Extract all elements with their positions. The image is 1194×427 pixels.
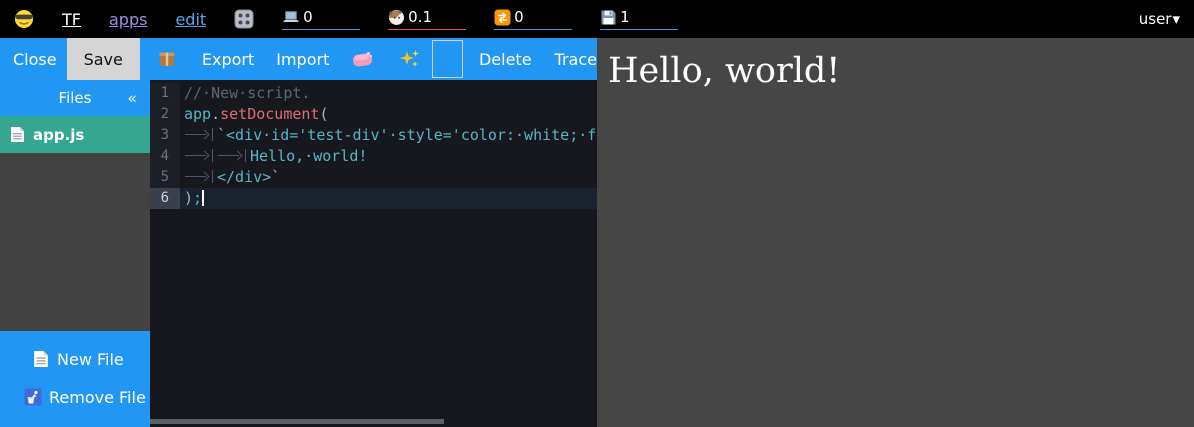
delete-button[interactable]: Delete — [479, 50, 532, 69]
soap-icon[interactable] — [352, 50, 374, 68]
remove-file-button[interactable]: Remove File — [0, 383, 150, 411]
repeat-icon — [494, 9, 511, 26]
new-file-button[interactable]: New File — [0, 345, 150, 373]
stat-value: 0 — [514, 8, 524, 26]
nav-link-tf[interactable]: TF — [62, 10, 81, 29]
user-menu-label: user — [1139, 10, 1172, 28]
line-number: 2 — [150, 104, 180, 125]
trace-button[interactable]: Trace — [555, 50, 597, 69]
horizontal-scrollbar[interactable] — [150, 419, 444, 424]
stat-repeat: 0 — [494, 8, 572, 30]
line-content: `<div·id='test-div'·style='color:·white;… — [180, 125, 597, 146]
line-content: </div>` — [180, 167, 597, 188]
code-token: app — [184, 105, 211, 123]
code-token: Hello,·world! — [250, 147, 367, 165]
code-token: //·New·script. — [184, 84, 310, 102]
code-line[interactable]: 4 Hello,·world! — [150, 146, 597, 167]
sunglasses-face-icon[interactable] — [14, 9, 34, 29]
stat-value: 0 — [303, 8, 313, 26]
sidebar-actions: New File Remove File — [0, 331, 150, 427]
code-line[interactable]: 1//·New·script. — [150, 83, 597, 104]
line-content: app.setDocument( — [180, 104, 597, 125]
sidebar-empty-area — [0, 153, 150, 331]
code-lines: 1//·New·script.2app.setDocument(3`<div·i… — [150, 83, 597, 209]
line-number: 6 — [150, 188, 180, 209]
code-token: ` — [217, 126, 226, 144]
stat-value: 1 — [620, 8, 630, 26]
files-sidebar: Files « app.js — [0, 80, 150, 427]
line-number: 4 — [150, 146, 180, 167]
text-cursor — [202, 190, 204, 206]
line-content: //·New·script. — [180, 83, 597, 104]
code-token: ( — [319, 105, 328, 123]
files-panel-title: Files — [59, 89, 92, 107]
nav-link-apps[interactable]: apps — [109, 10, 147, 29]
document-icon — [10, 126, 25, 143]
code-token: <div·id='test-div'·style='color:·white;·… — [226, 126, 596, 144]
line-number: 1 — [150, 83, 180, 104]
stat-hamster: 0.1 — [388, 8, 466, 30]
code-token: ; — [193, 189, 202, 207]
preview-panel: Hello, world! — [597, 38, 1194, 427]
new-file-icon — [33, 350, 49, 368]
stat-laptop: 0 — [282, 8, 360, 30]
stat-floppy: 1 — [600, 8, 678, 30]
app-window: TF apps edit 0 — [0, 0, 1194, 427]
chevron-down-icon: ▾ — [1172, 10, 1180, 28]
line-content: Hello,·world! — [180, 146, 597, 167]
code-token: . — [211, 105, 220, 123]
close-button[interactable]: Close — [13, 50, 57, 69]
new-file-label: New File — [57, 350, 124, 369]
export-button[interactable]: Export — [202, 50, 254, 69]
package-icon[interactable] — [157, 49, 177, 69]
hamster-icon — [388, 9, 405, 26]
remove-file-label: Remove File — [49, 388, 146, 407]
preview-heading: Hello, world! — [597, 38, 1194, 91]
sparkles-icon[interactable] — [399, 48, 421, 70]
collapse-sidebar-icon[interactable]: « — [127, 89, 137, 108]
code-line[interactable]: 2app.setDocument( — [150, 104, 597, 125]
litter-bin-icon — [24, 388, 42, 406]
line-number: 5 — [150, 167, 180, 188]
tab-indicator — [184, 128, 213, 141]
import-button[interactable]: Import — [276, 50, 329, 69]
code-line[interactable]: 5</div>` — [150, 167, 597, 188]
code-line[interactable]: 3`<div·id='test-div'·style='color:·white… — [150, 125, 597, 146]
floppy-icon — [600, 9, 617, 26]
blank-swatch-button[interactable] — [432, 40, 463, 78]
code-token: </div> — [217, 168, 271, 186]
tab-indicator — [184, 170, 213, 183]
editor-toolbar: Close Save Export Import D — [0, 38, 597, 80]
code-token: setDocument — [220, 105, 319, 123]
tab-indicator — [184, 149, 213, 162]
save-button[interactable]: Save — [67, 38, 140, 80]
code-editor[interactable]: 1//·New·script.2app.setDocument(3`<div·i… — [150, 80, 597, 427]
tab-indicator — [217, 149, 246, 162]
dice-icon[interactable] — [234, 9, 254, 29]
top-bar: TF apps edit 0 — [0, 0, 1194, 38]
files-panel-header: Files « — [0, 80, 150, 116]
line-number: 3 — [150, 125, 180, 146]
file-item-appjs[interactable]: app.js — [0, 116, 150, 153]
user-menu[interactable]: user ▾ — [1139, 10, 1180, 28]
code-token: ) — [184, 189, 193, 207]
file-name: app.js — [33, 126, 84, 144]
laptop-icon — [282, 10, 300, 25]
stat-value: 0.1 — [408, 8, 432, 26]
code-line[interactable]: 6); — [150, 188, 597, 209]
line-content: ); — [180, 188, 597, 209]
code-token: ` — [271, 168, 280, 186]
nav-link-edit[interactable]: edit — [175, 10, 206, 29]
